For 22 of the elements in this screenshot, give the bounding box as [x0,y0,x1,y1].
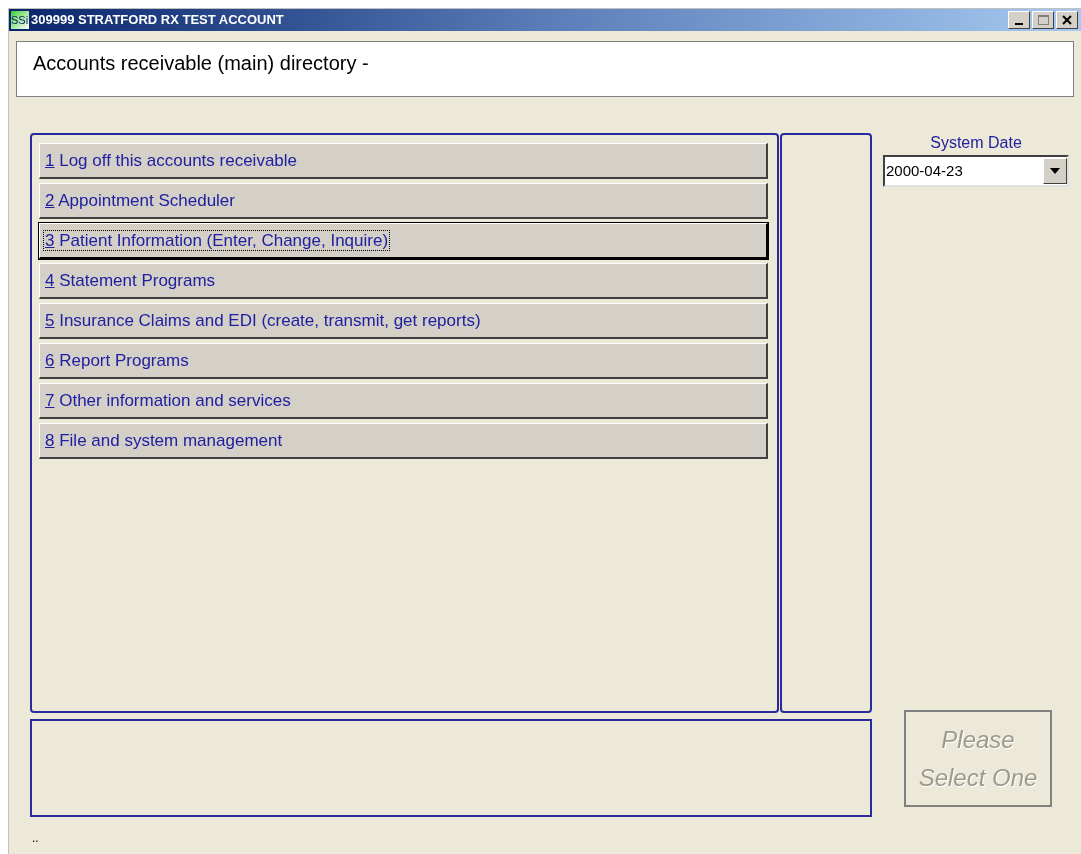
menu-button[interactable]: 1 Log off this accounts receivable [39,143,768,179]
menu-button[interactable]: 4 Statement Programs [39,263,768,299]
menu-button[interactable]: 7 Other information and services [39,383,768,419]
minimize-button[interactable] [1008,11,1030,29]
minimize-icon [1015,23,1023,25]
menu-button[interactable]: 2 Appointment Scheduler [39,183,768,219]
maximize-button[interactable] [1032,11,1054,29]
app-logo: SSi [11,11,29,29]
maximize-icon [1037,15,1049,25]
page-title: Accounts receivable (main) directory - [33,52,369,74]
status-text: .. [32,830,40,847]
caret-icon [1050,168,1060,174]
window-title: 309999 STRATFORD RX TEST ACCOUNT [31,11,284,30]
menu-button[interactable]: 3 Patient Information (Enter, Change, Inquire) [39,223,768,259]
system-date-label: System Date [929,133,1023,153]
dropdown-button[interactable] [1043,158,1067,184]
menu-button[interactable]: 6 Report Programs [39,343,768,379]
close-button[interactable] [1056,11,1078,29]
menu-button[interactable]: 8 File and system management [39,423,768,459]
close-icon [1062,15,1072,25]
date-dropdown[interactable]: 2000-04-23 [883,155,1069,187]
menu-button[interactable]: 5 Insurance Claims and EDI (create, transmit, get reports) [39,303,768,339]
